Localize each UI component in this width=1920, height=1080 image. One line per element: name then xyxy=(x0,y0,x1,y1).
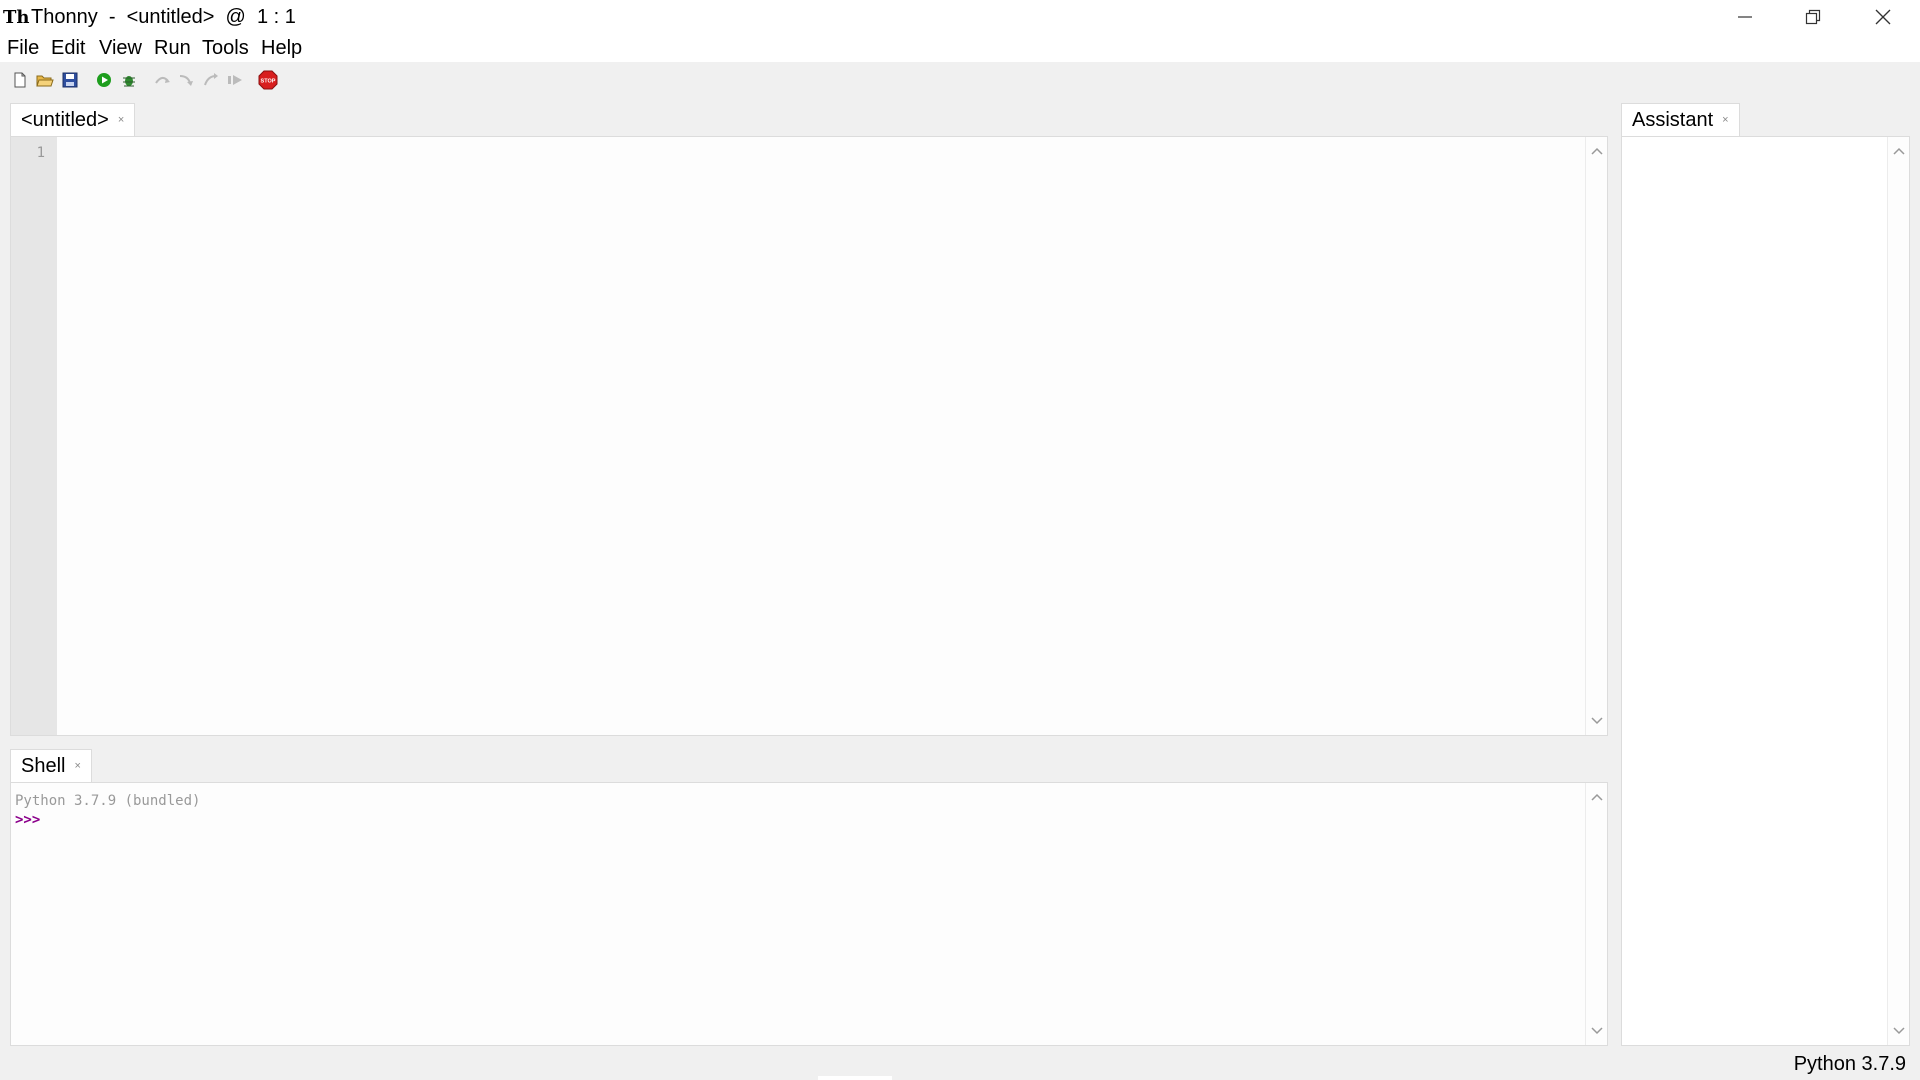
tab-shell[interactable]: Shell × xyxy=(10,749,92,782)
menu-tools[interactable]: Tools xyxy=(202,36,249,60)
shell-panel[interactable]: Python 3.7.9 (bundled) >>> xyxy=(10,782,1608,1046)
menu-view[interactable]: View xyxy=(99,36,142,60)
run-icon xyxy=(97,73,111,87)
title-bar: Th Thonny - <untitled> @ 1 : 1 xyxy=(0,0,1920,34)
assistant-panel xyxy=(1621,136,1910,1046)
new-file-button[interactable] xyxy=(10,70,30,90)
tab-assistant[interactable]: Assistant × xyxy=(1621,103,1740,136)
step-over-button[interactable] xyxy=(152,70,172,90)
scroll-down-icon[interactable] xyxy=(1591,1027,1603,1035)
menu-edit[interactable]: Edit xyxy=(51,36,85,60)
minimize-icon xyxy=(1738,16,1752,18)
tab-close-icon[interactable]: × xyxy=(74,760,80,772)
assistant-scrollbar[interactable] xyxy=(1887,137,1909,1045)
menu-help[interactable]: Help xyxy=(261,36,302,60)
resume-button[interactable] xyxy=(225,70,245,90)
minimize-button[interactable] xyxy=(1710,0,1780,34)
tab-label: Shell xyxy=(21,755,66,777)
open-file-button[interactable] xyxy=(35,70,55,90)
shell-scrollbar[interactable] xyxy=(1585,783,1607,1045)
close-icon xyxy=(1875,9,1891,25)
menu-file[interactable]: File xyxy=(7,36,39,60)
stop-icon: STOP xyxy=(258,70,278,90)
stop-label: STOP xyxy=(261,79,276,85)
line-number: 1 xyxy=(36,145,45,161)
save-icon xyxy=(62,72,78,88)
restore-icon xyxy=(1805,9,1821,25)
scroll-up-icon[interactable] xyxy=(1591,793,1603,801)
code-editor[interactable]: 1 xyxy=(10,136,1608,736)
open-file-icon xyxy=(36,75,54,87)
tab-close-icon[interactable]: × xyxy=(118,114,124,126)
menu-run[interactable]: Run xyxy=(154,36,191,60)
scroll-down-icon[interactable] xyxy=(1591,717,1603,725)
debug-icon xyxy=(123,76,135,87)
new-file-icon xyxy=(14,72,26,88)
maximize-button[interactable] xyxy=(1778,0,1848,34)
shell-banner: Python 3.7.9 (bundled) xyxy=(15,793,201,809)
stop-button[interactable]: STOP xyxy=(258,70,278,90)
resume-icon xyxy=(228,75,242,85)
step-over-icon xyxy=(155,77,170,84)
editor-scrollbar[interactable] xyxy=(1585,137,1607,735)
resize-grip[interactable] xyxy=(818,1076,892,1080)
scroll-up-icon[interactable] xyxy=(1591,147,1603,155)
menu-bar: File Edit View Run Tools Help xyxy=(0,34,1920,62)
shell-prompt: >>> xyxy=(15,812,41,828)
scroll-down-icon[interactable] xyxy=(1893,1027,1905,1035)
save-button[interactable] xyxy=(60,70,80,90)
step-into-icon xyxy=(179,75,193,86)
scroll-up-icon[interactable] xyxy=(1893,147,1905,155)
interpreter-status[interactable]: Python 3.7.9 xyxy=(1794,1052,1906,1076)
step-out-button[interactable] xyxy=(201,70,221,90)
thonny-logo-icon: Th xyxy=(3,7,30,28)
step-into-button[interactable] xyxy=(177,70,197,90)
close-button[interactable] xyxy=(1848,0,1918,34)
window-title: Thonny - <untitled> @ 1 : 1 xyxy=(31,6,296,28)
step-out-icon xyxy=(204,73,218,86)
run-button[interactable] xyxy=(94,70,114,90)
tab-label: Assistant xyxy=(1632,109,1714,131)
tab-close-icon[interactable]: × xyxy=(1722,114,1728,126)
toolbar: STOP xyxy=(0,62,1920,102)
tab-untitled[interactable]: <untitled> × xyxy=(10,103,136,136)
debug-button[interactable] xyxy=(119,70,139,90)
tab-label: <untitled> xyxy=(21,109,109,131)
line-number-gutter: 1 xyxy=(11,137,57,735)
